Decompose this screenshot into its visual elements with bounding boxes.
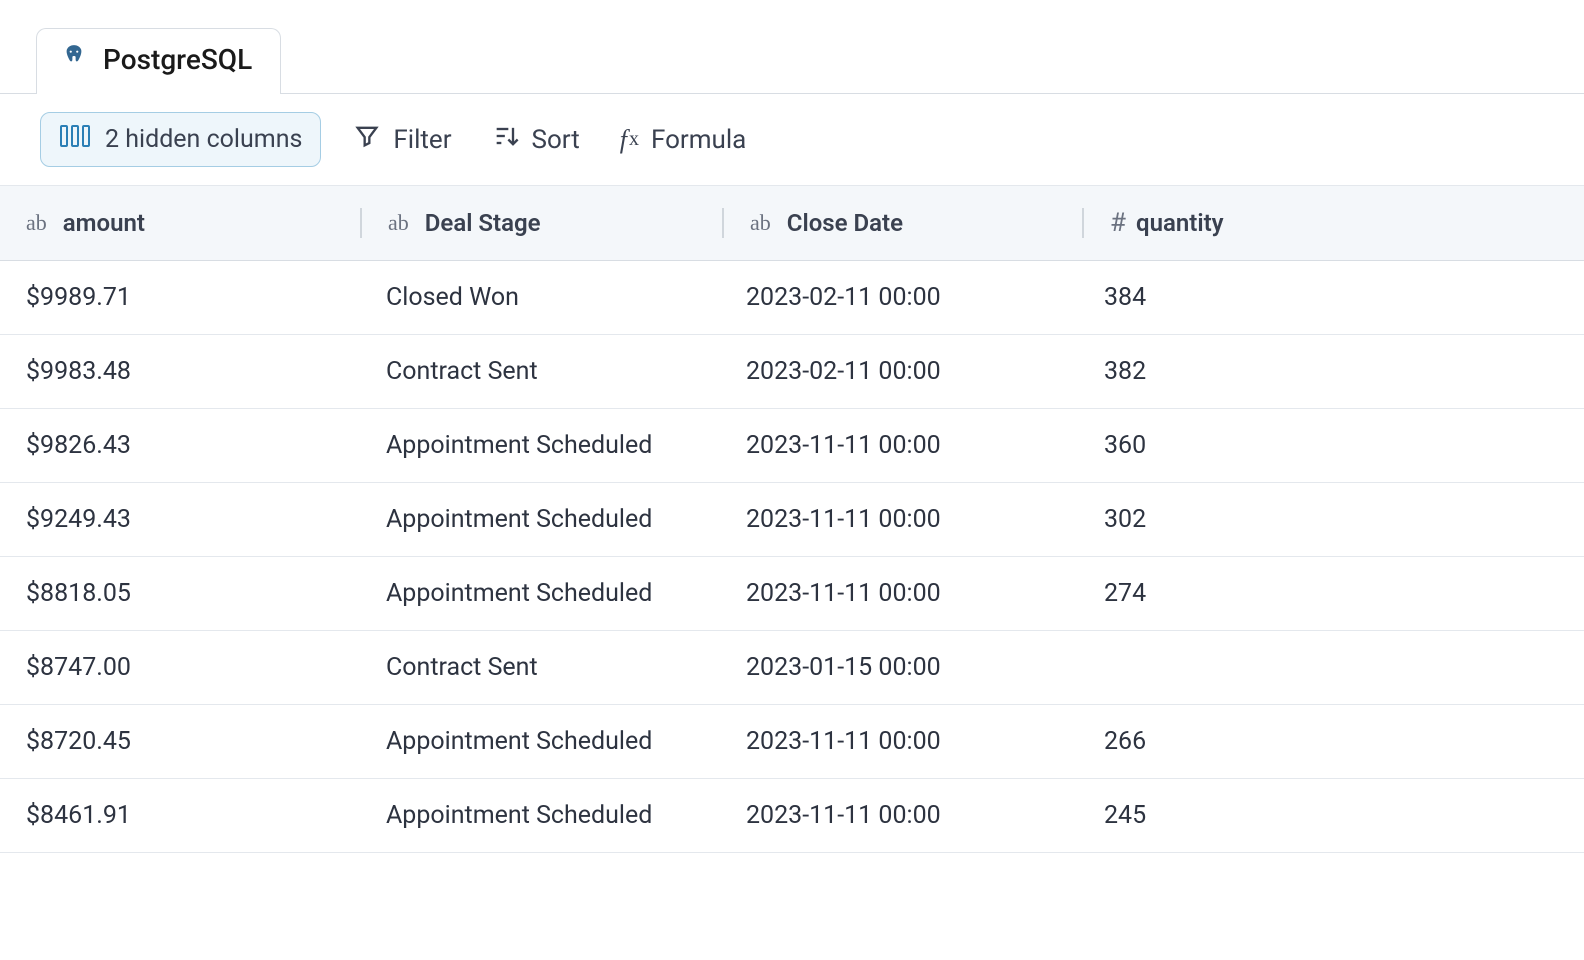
table-row[interactable]: $8461.91Appointment Scheduled2023-11-11 … [0, 779, 1584, 853]
cell-stage[interactable]: Appointment Scheduled [360, 705, 720, 778]
table-row[interactable]: $9989.71Closed Won2023-02-11 00:00384 [0, 261, 1584, 335]
cell-stage[interactable]: Appointment Scheduled [360, 483, 720, 556]
cell-date[interactable]: 2023-02-11 00:00 [720, 261, 1078, 334]
filter-button[interactable]: Filter [345, 114, 459, 165]
text-type-icon: ab [26, 210, 47, 236]
cell-quantity[interactable]: 266 [1078, 705, 1378, 778]
table-row[interactable]: $8747.00Contract Sent2023-01-15 00:00 [0, 631, 1584, 705]
cell-quantity[interactable]: 274 [1078, 557, 1378, 630]
cell-amount[interactable]: $8818.05 [0, 557, 360, 630]
cell-date[interactable]: 2023-11-11 00:00 [720, 483, 1078, 556]
cell-amount[interactable]: $8461.91 [0, 779, 360, 852]
cell-date[interactable]: 2023-02-11 00:00 [720, 335, 1078, 408]
cell-date[interactable]: 2023-11-11 00:00 [720, 409, 1078, 482]
text-type-icon: ab [750, 210, 771, 236]
postgresql-icon [61, 43, 87, 76]
column-header-quantity[interactable]: # quantity [1084, 186, 1384, 260]
columns-icon [59, 123, 91, 156]
table-body: $9989.71Closed Won2023-02-11 00:00384$99… [0, 261, 1584, 853]
fx-icon: fx [620, 125, 639, 155]
cell-stage[interactable]: Appointment Scheduled [360, 779, 720, 852]
hidden-columns-button[interactable]: 2 hidden columns [40, 112, 321, 167]
cell-stage[interactable]: Contract Sent [360, 631, 720, 704]
formula-label: Formula [651, 125, 746, 155]
cell-amount[interactable]: $9249.43 [0, 483, 360, 556]
column-label: amount [63, 209, 145, 237]
table-row[interactable]: $8720.45Appointment Scheduled2023-11-11 … [0, 705, 1584, 779]
tab-bar: PostgreSQL [0, 0, 1584, 94]
cell-stage[interactable]: Closed Won [360, 261, 720, 334]
formula-button[interactable]: fx Formula [612, 117, 755, 163]
cell-quantity[interactable]: 360 [1078, 409, 1378, 482]
table-row[interactable]: $9983.48Contract Sent2023-02-11 00:00382 [0, 335, 1584, 409]
cell-quantity[interactable]: 382 [1078, 335, 1378, 408]
tab-postgresql[interactable]: PostgreSQL [36, 28, 281, 94]
cell-date[interactable]: 2023-11-11 00:00 [720, 557, 1078, 630]
cell-date[interactable]: 2023-11-11 00:00 [720, 779, 1078, 852]
column-header-amount[interactable]: ab amount [0, 186, 360, 260]
cell-amount[interactable]: $8747.00 [0, 631, 360, 704]
cell-date[interactable]: 2023-01-15 00:00 [720, 631, 1078, 704]
text-type-icon: ab [388, 210, 409, 236]
column-label: Close Date [787, 209, 903, 237]
cell-stage[interactable]: Contract Sent [360, 335, 720, 408]
cell-quantity[interactable]: 245 [1078, 779, 1378, 852]
cell-stage[interactable]: Appointment Scheduled [360, 409, 720, 482]
cell-amount[interactable]: $9826.43 [0, 409, 360, 482]
sort-button[interactable]: Sort [484, 114, 588, 165]
column-label: quantity [1136, 209, 1224, 237]
cell-stage[interactable]: Appointment Scheduled [360, 557, 720, 630]
column-header-close-date[interactable]: ab Close Date [724, 186, 1082, 260]
column-header-deal-stage[interactable]: ab Deal Stage [362, 186, 722, 260]
cell-quantity[interactable]: 302 [1078, 483, 1378, 556]
toolbar: 2 hidden columns Filter Sort fx Formula [0, 94, 1584, 186]
column-label: Deal Stage [425, 209, 541, 237]
cell-quantity[interactable]: 384 [1078, 261, 1378, 334]
cell-date[interactable]: 2023-11-11 00:00 [720, 705, 1078, 778]
filter-icon [353, 122, 381, 157]
sort-label: Sort [532, 125, 580, 155]
cell-quantity[interactable] [1078, 631, 1378, 704]
cell-amount[interactable]: $9989.71 [0, 261, 360, 334]
hidden-columns-label: 2 hidden columns [105, 125, 302, 154]
table-row[interactable]: $9249.43Appointment Scheduled2023-11-11 … [0, 483, 1584, 557]
number-type-icon: # [1110, 208, 1126, 238]
table-row[interactable]: $8818.05Appointment Scheduled2023-11-11 … [0, 557, 1584, 631]
sort-icon [492, 122, 520, 157]
table-header: ab amount ab Deal Stage ab Close Date # … [0, 186, 1584, 261]
cell-amount[interactable]: $9983.48 [0, 335, 360, 408]
tab-label: PostgreSQL [103, 43, 252, 76]
cell-amount[interactable]: $8720.45 [0, 705, 360, 778]
filter-label: Filter [393, 125, 451, 155]
table-row[interactable]: $9826.43Appointment Scheduled2023-11-11 … [0, 409, 1584, 483]
